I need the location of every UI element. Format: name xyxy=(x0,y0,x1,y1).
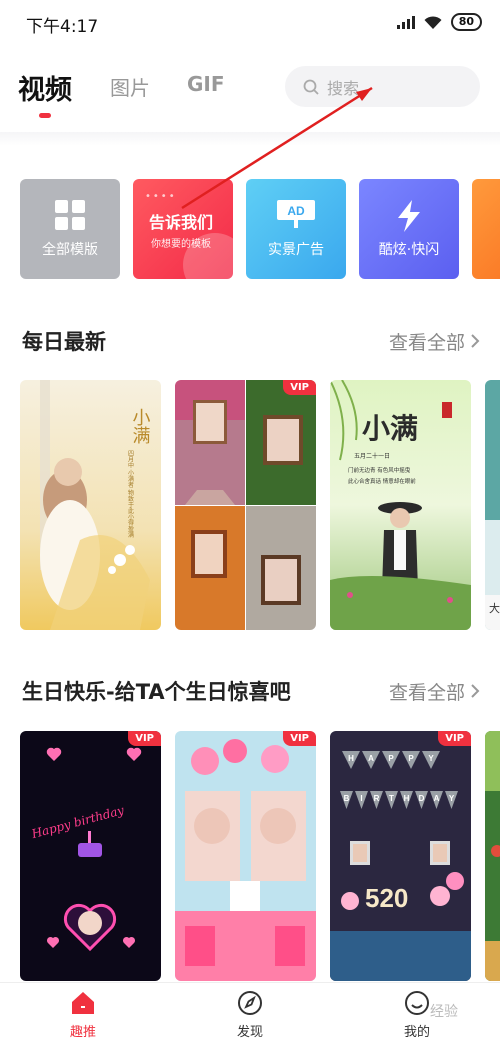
template-row-birthday: Happy birthday VIP VIP 520 H A P P Y B I… xyxy=(20,731,500,981)
tab-image[interactable]: 图片 xyxy=(110,72,150,101)
template-row-daily: 小满 四月中 小满者 物致于此小得盈满 VIP 小满 五月二十一日 门前无边青 … xyxy=(20,380,500,630)
see-all-button[interactable]: 查看全部 xyxy=(389,678,480,705)
banner-letter: A xyxy=(434,794,440,803)
signal-icon xyxy=(396,15,415,29)
category-title: 告诉我们 xyxy=(149,213,214,232)
banner-letter: D xyxy=(419,794,425,803)
banner-letter: P xyxy=(408,754,414,763)
vip-badge: VIP xyxy=(128,731,161,746)
see-all-button[interactable]: 查看全部 xyxy=(389,328,480,355)
banner-letter: A xyxy=(368,754,374,763)
banner-letter: R xyxy=(374,794,380,803)
banner-letter: H xyxy=(348,754,354,763)
nav-label: 我的 xyxy=(403,1025,430,1040)
top-nav: 视频 图片 GIF 搜索 xyxy=(0,60,500,118)
search-input[interactable]: 搜索 xyxy=(285,66,480,107)
search-icon xyxy=(303,79,319,95)
home-icon xyxy=(43,989,123,1017)
template-card[interactable]: 小满 五月二十一日 门前无边青 有色风中摇曳 此心合舍真话 情意却在眼前 xyxy=(330,380,471,630)
tab-gif[interactable]: GIF xyxy=(187,72,225,96)
vip-badge: VIP xyxy=(283,380,316,395)
template-card[interactable]: VIP xyxy=(175,380,316,630)
banner-letter: I xyxy=(360,794,362,803)
grid-icon xyxy=(20,199,120,231)
card-verse: 四月中 小满者 物致于此小得盈满 xyxy=(127,450,134,539)
divider xyxy=(0,132,500,146)
section-header-daily: 每日最新 查看全部 xyxy=(22,326,480,356)
category-tell-us[interactable]: •••• 告诉我们 你想要的模板 xyxy=(133,179,233,279)
category-label: 酷炫·快闪 xyxy=(378,242,440,258)
banner-letter: P xyxy=(388,754,394,763)
wifi-icon xyxy=(424,16,442,29)
see-all-label: 查看全部 xyxy=(388,681,465,704)
template-card[interactable]: Happy birthday VIP xyxy=(20,731,161,981)
watermark: 经验 xyxy=(430,1004,458,1020)
template-card[interactable]: VIP xyxy=(175,731,316,981)
section-title: 每日最新 xyxy=(22,330,106,354)
bottom-nav: 趣推 发现 我的 经验 xyxy=(0,982,500,1042)
banner-letter: Y xyxy=(428,754,434,763)
banner-letter: H xyxy=(404,794,410,803)
nav-discover[interactable]: 发现 xyxy=(210,989,290,1040)
chevron-right-icon xyxy=(471,684,480,698)
section-title: 生日快乐-给TA个生日惊喜吧 xyxy=(22,680,291,704)
status-icons: 80 xyxy=(396,13,482,31)
tab-video[interactable]: 视频 xyxy=(18,68,72,118)
tab-active-indicator xyxy=(39,113,51,118)
tab-video-label: 视频 xyxy=(18,75,72,106)
template-card[interactable]: 小满 四月中 小满者 物致于此小得盈满 xyxy=(20,380,161,630)
status-bar: 下午4:17 80 xyxy=(0,0,500,44)
banner-letter: T xyxy=(389,794,394,803)
template-thumbnail: 小满 五月二十一日 门前无边青 有色风中摇曳 此心合舍真话 情意却在眼前 xyxy=(330,380,471,630)
vip-badge: VIP xyxy=(283,731,316,746)
card-verse: 此心合舍真话 情意却在眼前 xyxy=(348,477,416,485)
category-live-ads[interactable]: AD 实景广告 xyxy=(246,179,346,279)
see-all-label: 查看全部 xyxy=(388,331,465,354)
billboard-icon: AD xyxy=(246,199,346,229)
card-date: 五月二十一日 xyxy=(354,452,390,460)
chevron-right-icon xyxy=(471,334,480,348)
section-header-birthday: 生日快乐-给TA个生日惊喜吧 查看全部 xyxy=(22,676,480,706)
banner-letter: Y xyxy=(449,794,455,803)
banner-letter: B xyxy=(344,794,350,803)
card-verse: 门前无边青 有色风中摇曳 xyxy=(348,466,411,474)
battery-indicator: 80 xyxy=(450,13,482,31)
category-all-templates[interactable]: 全部模版 xyxy=(20,179,120,279)
template-thumbnail xyxy=(175,731,316,981)
vip-badge: VIP xyxy=(438,731,471,746)
category-row: 全部模版 •••• 告诉我们 你想要的模板 AD 实景广告 酷炫·快闪 xyxy=(20,179,500,279)
category-label: 实景广告 xyxy=(268,242,324,258)
category-label: 全部模版 xyxy=(42,242,98,258)
card-number: 520 xyxy=(365,883,408,913)
card-title: 小满 xyxy=(362,412,418,445)
card-title: 小满 xyxy=(130,408,151,444)
template-thumbnail: 520 H A P P YB I R T H D A Y xyxy=(330,731,471,981)
template-card[interactable]: 520 HAPPYBIRTHDAY VIP xyxy=(330,731,471,981)
lightning-icon xyxy=(359,199,459,233)
category-flash[interactable]: 酷炫·快闪 xyxy=(359,179,459,279)
category-subtitle: 你想要的模板 xyxy=(151,239,211,250)
status-time: 下午4:17 xyxy=(26,17,99,37)
ad-badge: AD xyxy=(287,204,305,218)
nav-home[interactable]: 趣推 xyxy=(43,989,123,1040)
nav-label: 趣推 xyxy=(69,1025,96,1040)
template-thumbnail xyxy=(175,380,316,630)
category-more[interactable] xyxy=(472,179,500,279)
nav-label: 发现 xyxy=(236,1025,263,1040)
template-thumbnail: 小满 四月中 小满者 物致于此小得盈满 xyxy=(20,380,161,630)
dots-icon: •••• xyxy=(145,191,177,202)
template-thumbnail xyxy=(485,731,500,981)
template-thumbnail: Happy birthday xyxy=(20,731,161,981)
search-placeholder: 搜索 xyxy=(327,78,360,98)
template-card[interactable] xyxy=(485,731,500,981)
card-text: 大 xyxy=(489,601,500,615)
template-card[interactable]: 大 xyxy=(485,380,500,630)
template-thumbnail: 大 xyxy=(485,380,500,630)
compass-icon xyxy=(210,989,290,1017)
